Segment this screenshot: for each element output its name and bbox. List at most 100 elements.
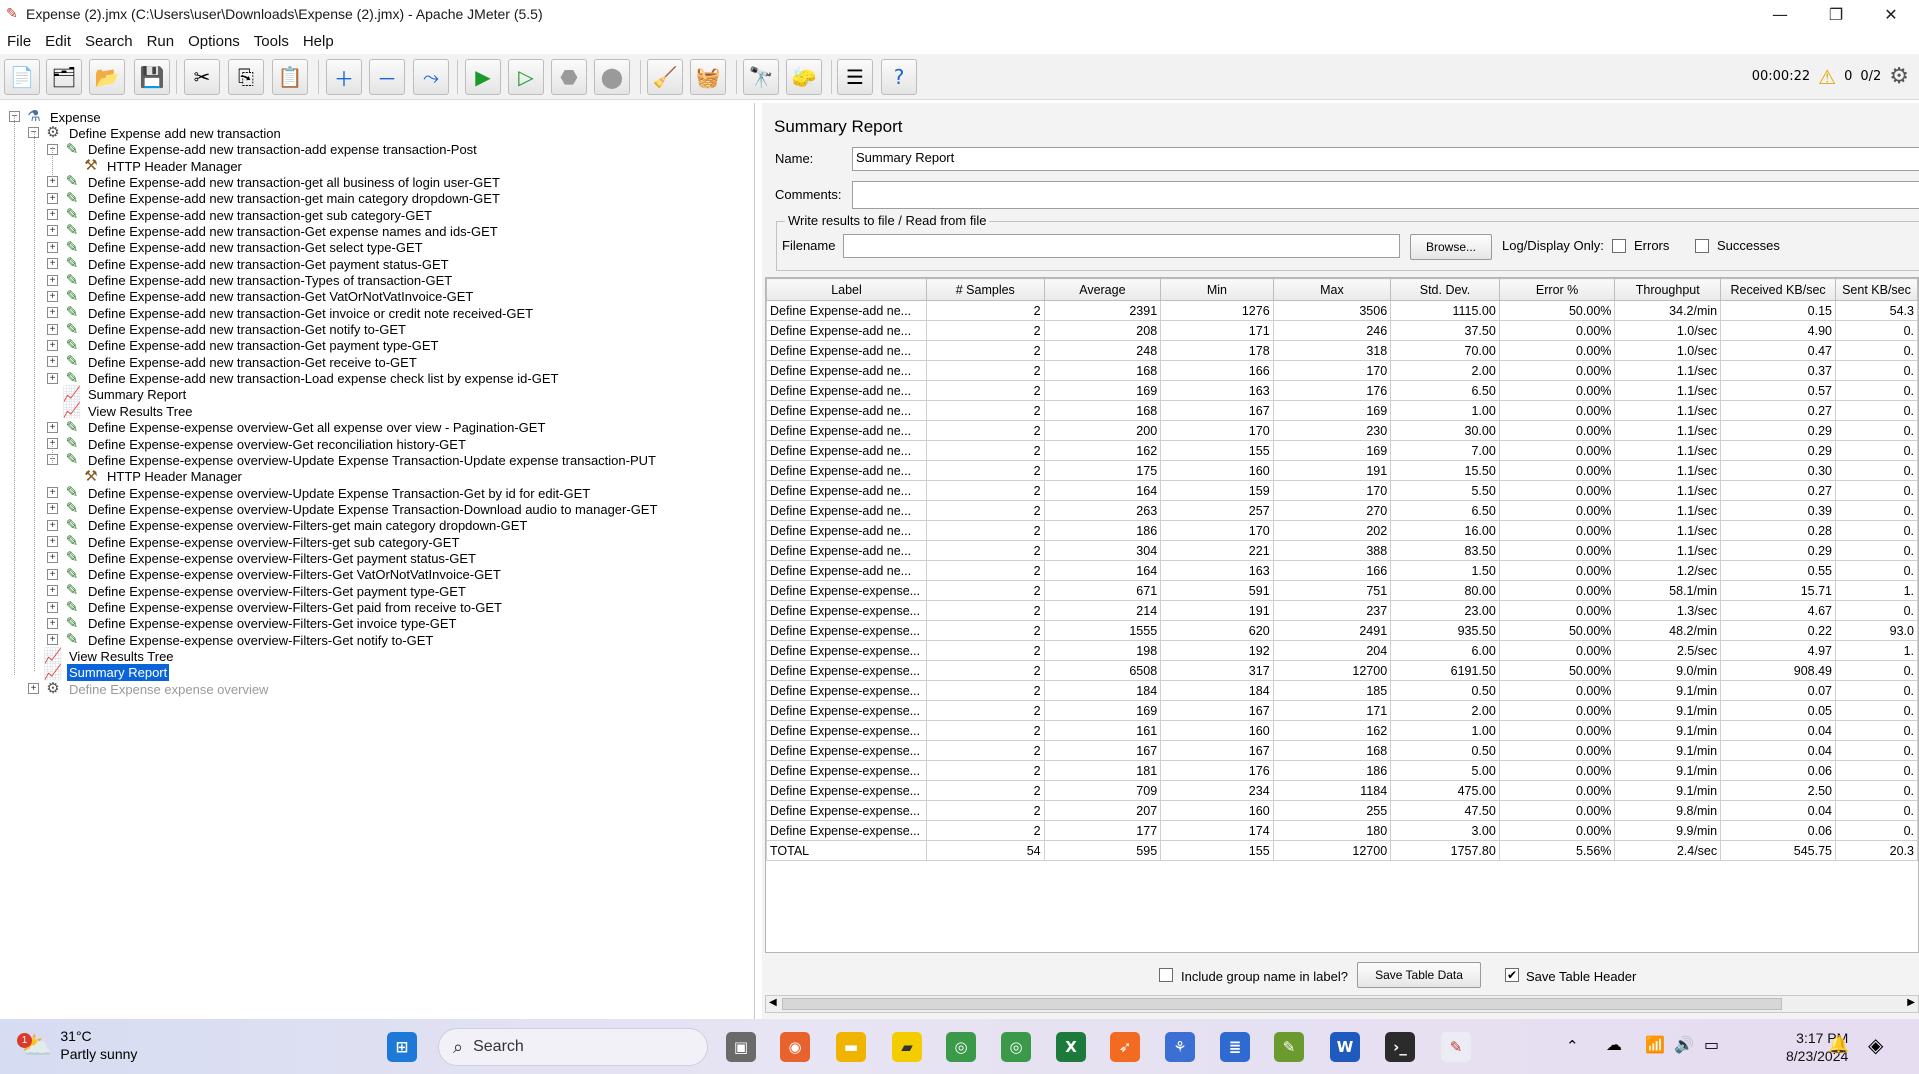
- errors-checkbox[interactable]: [1612, 239, 1626, 253]
- shutdown-icon[interactable]: ⬤: [594, 59, 630, 95]
- table-row[interactable]: Define Expense-expense... 2 161 160 162 1.00 0…: [766, 720, 1918, 741]
- help-icon[interactable]: ?: [881, 59, 917, 95]
- expand-icon[interactable]: +: [28, 683, 39, 695]
- weather-widget[interactable]: ⛅ 1 31°C Partly sunny: [17, 1027, 137, 1063]
- column-header[interactable]: Sent KB/sec: [1835, 278, 1918, 301]
- menu-file[interactable]: File: [0, 33, 38, 50]
- expand-icon[interactable]: +: [47, 568, 58, 580]
- table-row[interactable]: Define Expense-add ne... 2 162 155 169 7.00 0.…: [766, 440, 1918, 461]
- scroll-right-icon[interactable]: ▶: [1907, 997, 1915, 1008]
- clear-icon[interactable]: 🧹: [647, 59, 683, 95]
- menu-edit[interactable]: Edit: [38, 33, 78, 50]
- minimize-button[interactable]: —: [1752, 0, 1808, 28]
- table-row[interactable]: Define Expense-add ne... 2 200 170 230 30.00 0…: [766, 420, 1918, 441]
- sticky-notes-icon[interactable]: ▰: [892, 1032, 922, 1062]
- chrome-icon[interactable]: ◎: [1001, 1032, 1031, 1062]
- menu-tools[interactable]: Tools: [247, 33, 296, 50]
- expand-icon[interactable]: +: [47, 339, 58, 351]
- cut-icon[interactable]: ✂: [184, 59, 220, 95]
- notification-bell-icon[interactable]: 🔔: [1828, 1035, 1849, 1055]
- successes-checkbox[interactable]: [1695, 239, 1709, 253]
- terminal-icon[interactable]: ›_: [1385, 1032, 1415, 1062]
- table-row[interactable]: Define Expense-expense... 2 169 167 171 2.00 0…: [766, 700, 1918, 721]
- battery-icon[interactable]: ▭: [1704, 1035, 1719, 1054]
- expand-icon[interactable]: +: [47, 421, 58, 433]
- function-helper-icon[interactable]: ☰: [837, 59, 873, 95]
- start-icon[interactable]: ▶: [465, 59, 501, 95]
- expand-icon[interactable]: +: [47, 372, 58, 384]
- table-row[interactable]: Define Expense-add ne... 2 164 163 166 1.50 0.…: [766, 560, 1918, 581]
- collapse-all-icon[interactable]: －: [369, 59, 405, 95]
- save-icon[interactable]: 💾: [134, 59, 170, 95]
- expand-icon[interactable]: +: [47, 225, 58, 237]
- table-row[interactable]: Define Expense-expense... 2 214 191 237 23.00…: [766, 600, 1918, 621]
- expand-icon[interactable]: +: [47, 274, 58, 286]
- table-row[interactable]: Define Expense-expense... 2 184 184 185 0.50 0…: [766, 680, 1918, 701]
- column-header[interactable]: Max: [1272, 278, 1392, 301]
- tree-node[interactable]: + ⚙ Define Expense expense overview: [28, 679, 270, 699]
- save-table-data-button[interactable]: Save Table Data: [1357, 962, 1481, 988]
- table-row[interactable]: Define Expense-expense... 2 167 167 168 0.50 0…: [766, 740, 1918, 761]
- table-row[interactable]: Define Expense-expense... 2 1555 620 2491 935…: [766, 620, 1918, 641]
- excel-icon[interactable]: X: [1056, 1032, 1086, 1062]
- menu-help[interactable]: Help: [296, 33, 341, 50]
- templates-icon[interactable]: 🗂: [46, 59, 82, 95]
- table-row[interactable]: Define Expense-add ne... 2 2391 1276 3506 111…: [766, 300, 1918, 321]
- copy-icon[interactable]: ⎘: [228, 59, 264, 95]
- table-row[interactable]: Define Expense-add ne... 2 168 167 169 1.00 0.…: [766, 400, 1918, 421]
- expand-icon[interactable]: +: [47, 307, 58, 319]
- menu-options[interactable]: Options: [181, 33, 247, 50]
- table-row[interactable]: Define Expense-expense... 2 6508 317 12700 61…: [766, 660, 1918, 681]
- table-row[interactable]: Define Expense-add ne... 2 168 166 170 2.00 0.…: [766, 360, 1918, 381]
- scroll-thumb[interactable]: [782, 998, 1782, 1010]
- start-no-pauses-icon[interactable]: ▷: [508, 59, 544, 95]
- column-header[interactable]: Min: [1160, 278, 1274, 301]
- comments-field[interactable]: [852, 181, 1919, 209]
- table-row[interactable]: Define Expense-expense... 2 709 234 1184 475.…: [766, 780, 1918, 801]
- expand-icon[interactable]: +: [47, 552, 58, 564]
- expand-icon[interactable]: +: [47, 585, 58, 597]
- maximize-button[interactable]: ❐: [1808, 0, 1864, 28]
- expand-icon[interactable]: +: [47, 241, 58, 253]
- menu-search[interactable]: Search: [78, 33, 140, 50]
- column-header[interactable]: Received KB/sec: [1720, 278, 1836, 301]
- table-row[interactable]: Define Expense-add ne... 2 248 178 318 70.00 0…: [766, 340, 1918, 361]
- table-row[interactable]: Define Expense-expense... 2 177 174 180 3.00 0…: [766, 820, 1918, 841]
- table-row[interactable]: Define Expense-expense... 2 671 591 751 80.00…: [766, 580, 1918, 601]
- menu-run[interactable]: Run: [140, 33, 182, 50]
- table-row[interactable]: Define Expense-add ne... 2 208 171 246 37.50 0…: [766, 320, 1918, 341]
- postman-icon[interactable]: ➶: [1110, 1032, 1140, 1062]
- column-header[interactable]: Std. Dev.: [1390, 278, 1500, 301]
- table-row[interactable]: Define Expense-expense... 2 181 176 186 5.00 0…: [766, 760, 1918, 781]
- close-button[interactable]: ✕: [1863, 0, 1919, 28]
- table-row[interactable]: Define Expense-add ne... 2 263 257 270 6.50 0.…: [766, 500, 1918, 521]
- start-menu-icon[interactable]: ⊞: [387, 1032, 417, 1062]
- network-off-icon[interactable]: ☁: [1606, 1035, 1622, 1054]
- expand-icon[interactable]: +: [47, 356, 58, 368]
- column-header[interactable]: Average: [1043, 278, 1162, 301]
- results-table[interactable]: Label # Samples Average Min Max Std. Dev. Erro…: [765, 277, 1919, 953]
- expand-icon[interactable]: +: [47, 176, 58, 188]
- task-view-icon[interactable]: ▣: [726, 1032, 756, 1062]
- column-header[interactable]: Error %: [1498, 278, 1616, 301]
- table-row[interactable]: Define Expense-expense... 2 198 192 204 6.00 0…: [766, 640, 1918, 661]
- firefox-icon[interactable]: ◉: [780, 1032, 810, 1062]
- table-total-row[interactable]: TOTAL 54 595 155 12700 1757.80 5.56% 2.4/sec 545…: [766, 840, 1918, 861]
- table-row[interactable]: Define Expense-add ne... 2 164 159 170 5.50 0.…: [766, 480, 1918, 501]
- copilot-icon[interactable]: ◈: [1868, 1033, 1883, 1057]
- clear-all-icon[interactable]: 🧺: [690, 59, 726, 95]
- chrome-profile-icon[interactable]: ◎: [946, 1032, 976, 1062]
- expand-icon[interactable]: +: [47, 519, 58, 531]
- column-header[interactable]: Label: [766, 278, 927, 301]
- wifi-icon[interactable]: 📶: [1645, 1035, 1665, 1054]
- name-field[interactable]: Summary Report: [852, 147, 1919, 171]
- search-binoculars-icon[interactable]: 🔭: [743, 59, 779, 95]
- volume-icon[interactable]: 🔊: [1674, 1035, 1694, 1054]
- jmeter-taskbar-icon[interactable]: ✎: [1441, 1032, 1471, 1062]
- table-row[interactable]: Define Expense-add ne... 2 175 160 191 15.50 0…: [766, 460, 1918, 481]
- open-icon[interactable]: 📂: [89, 59, 125, 95]
- expand-all-icon[interactable]: ＋: [326, 59, 362, 95]
- app-icon[interactable]: ⚘: [1165, 1032, 1195, 1062]
- expand-icon[interactable]: +: [47, 617, 58, 629]
- column-header[interactable]: Throughput: [1614, 278, 1722, 301]
